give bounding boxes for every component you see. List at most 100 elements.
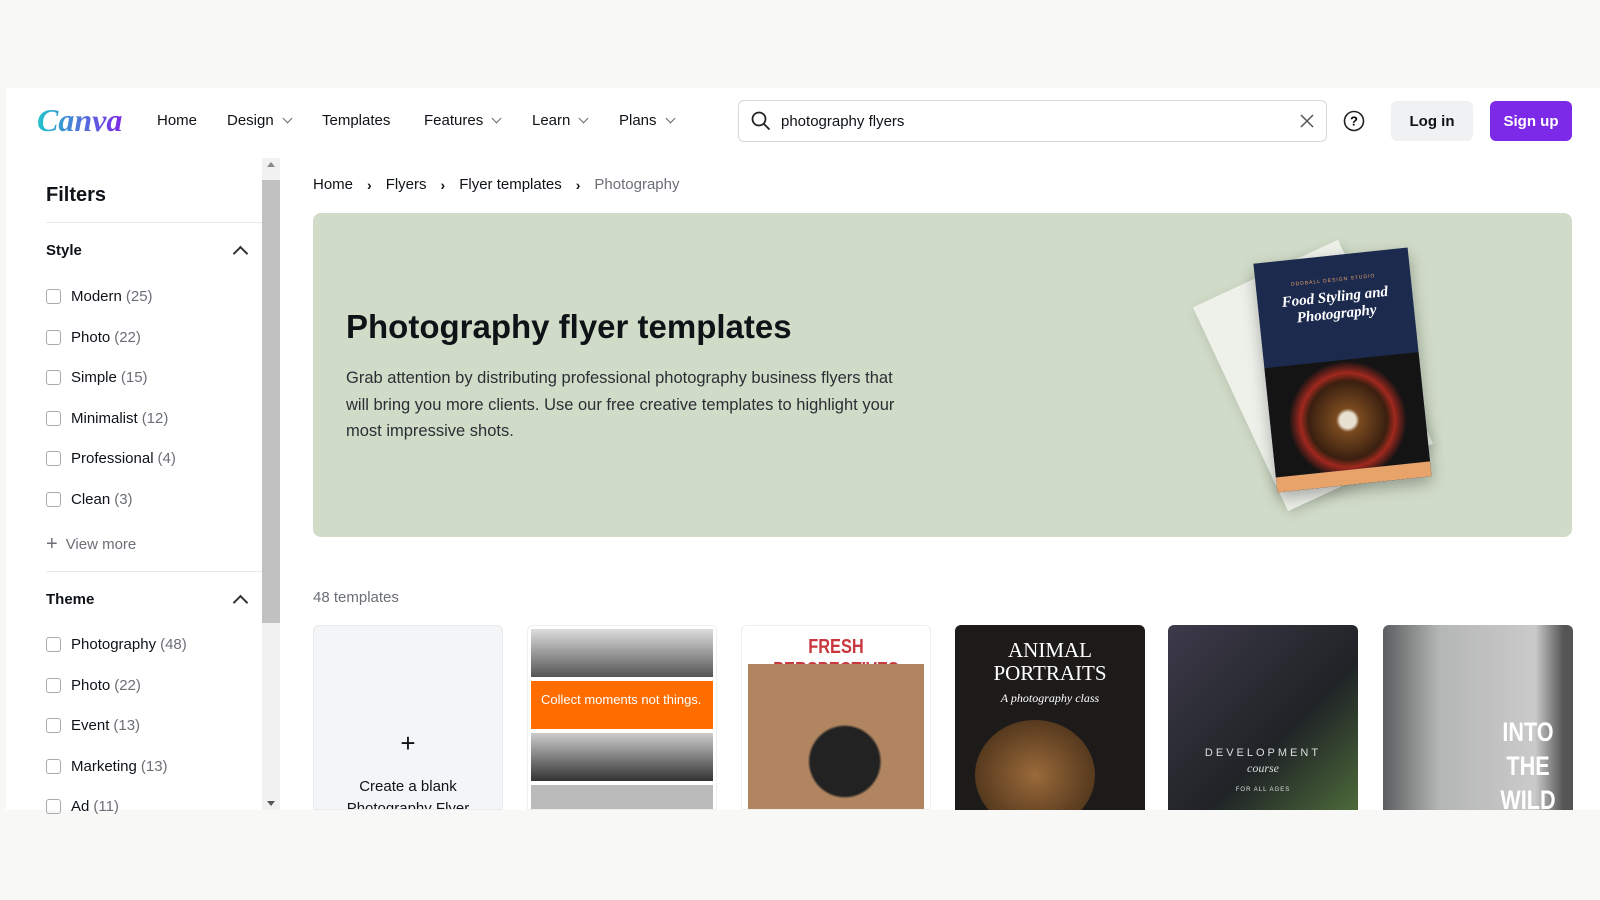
filter-style-checkbox[interactable]: Minimalist (12)	[46, 410, 168, 427]
template-text: course	[1247, 761, 1279, 775]
section-label: Style	[46, 242, 82, 259]
checkbox-icon[interactable]	[46, 718, 61, 733]
page-title: Photography flyer templates	[346, 308, 792, 345]
chevron-right-icon: ›	[440, 176, 446, 193]
chevron-right-icon: ›	[575, 176, 581, 193]
scroll-up-arrow[interactable]	[267, 162, 275, 167]
filter-style-checkbox[interactable]: Professional (4)	[46, 450, 176, 467]
nav-label: Design	[227, 112, 274, 129]
checkbox-icon[interactable]	[46, 451, 61, 466]
nav-label: Templates	[322, 112, 391, 129]
checkbox-icon[interactable]	[46, 329, 61, 345]
checkbox-icon[interactable]	[46, 637, 61, 652]
sidebar-scrollbar[interactable]	[262, 158, 280, 810]
filter-label: Clean	[71, 490, 111, 508]
template-card[interactable]: DEVELOPMENT course FOR ALL AGES	[1168, 625, 1358, 810]
filter-count: (12)	[141, 409, 169, 427]
filter-count: (4)	[157, 450, 176, 467]
template-text: Collect moments not things.	[531, 681, 713, 729]
chevron-down-icon	[578, 113, 589, 124]
canva-logo[interactable]: Canva	[37, 102, 122, 139]
scrollbar-thumb[interactable]	[262, 180, 280, 623]
chevron-right-icon: ›	[367, 176, 372, 193]
filter-count: (13)	[140, 757, 168, 775]
template-text: DEVELOPMENT	[1204, 747, 1322, 759]
style-section-toggle[interactable]: Style	[46, 242, 250, 262]
flyer-preview-image: ODDBALL DESIGN STUDIO Food Styling and P…	[1253, 247, 1432, 493]
nav-home[interactable]: Home	[157, 112, 197, 129]
filter-count: (22)	[114, 676, 141, 694]
nav-learn[interactable]: Learn	[532, 112, 589, 129]
nav-label: Home	[157, 112, 198, 129]
checkbox-icon[interactable]	[46, 289, 61, 304]
checkbox-icon[interactable]	[46, 677, 61, 693]
breadcrumb-home[interactable]: Home	[313, 176, 353, 193]
divider	[46, 571, 262, 572]
theme-section-toggle[interactable]: Theme	[46, 591, 250, 611]
template-count: 48 templates	[313, 589, 399, 606]
template-card[interactable]: ANIMAL PORTRAITS A photography class	[955, 625, 1145, 810]
template-text: A photography class	[1000, 691, 1100, 705]
filter-style-checkbox[interactable]: Modern (25)	[46, 288, 153, 305]
template-card[interactable]: INTO THE WILD	[1383, 625, 1573, 810]
filter-label: Modern	[71, 288, 122, 305]
chevron-up-icon	[232, 245, 249, 262]
filter-label: Ad	[71, 798, 90, 815]
filter-theme-checkbox[interactable]: Photography (48)	[46, 636, 187, 653]
template-card[interactable]: FRESH PERSPECTIVES	[741, 625, 931, 810]
filter-label: Simple	[71, 369, 117, 386]
breadcrumb-flyer-templates[interactable]: Flyer templates	[459, 176, 562, 193]
checkbox-icon[interactable]	[46, 799, 61, 814]
filter-style-checkbox[interactable]: Simple (15)	[46, 369, 148, 386]
filter-label: Marketing	[71, 757, 137, 775]
checkbox-icon[interactable]	[46, 491, 61, 507]
filter-count: (11)	[93, 798, 119, 815]
filter-count: (3)	[114, 490, 133, 508]
filter-count: (48)	[160, 636, 187, 653]
filter-theme-checkbox[interactable]: Photo (22)	[46, 677, 141, 694]
help-icon[interactable]: ?	[1343, 110, 1365, 132]
chevron-up-icon	[232, 594, 249, 611]
checkbox-icon[interactable]	[46, 370, 61, 385]
filter-label: Professional	[71, 450, 154, 467]
main-area: Filters Style Modern (25) Photo (22) Simple(…	[6, 158, 1600, 815]
template-text: FOR ALL AGES	[1235, 787, 1291, 793]
flyer-title: Food Styling and Photography	[1280, 283, 1389, 327]
filter-label: Photography	[71, 636, 157, 653]
scroll-down-arrow[interactable]	[267, 801, 275, 806]
svg-text:?: ?	[1350, 114, 1358, 129]
create-blank-card[interactable]: + Create a blank Photography Flyer	[313, 625, 503, 810]
hero-banner: Photography flyer templates Grab attenti…	[313, 213, 1572, 537]
filter-label: Minimalist	[71, 409, 138, 427]
clear-search-icon[interactable]	[1300, 114, 1314, 128]
search-bar	[738, 100, 1327, 142]
nav-design[interactable]: Design	[227, 112, 293, 129]
login-button[interactable]: Log in	[1391, 101, 1473, 141]
filter-label: Photo	[71, 328, 111, 346]
filter-style-checkbox[interactable]: Photo (22)	[46, 329, 141, 346]
filter-count: (13)	[113, 717, 141, 734]
nav-templates[interactable]: Templates	[322, 112, 390, 129]
filter-theme-checkbox[interactable]: Marketing (13)	[46, 758, 168, 775]
filter-label: Event	[71, 717, 110, 734]
view-more-label: View more	[65, 536, 137, 553]
chevron-down-icon	[282, 113, 293, 124]
filter-count: (15)	[120, 369, 148, 386]
filter-theme-checkbox[interactable]: Event (13)	[46, 717, 140, 734]
view-more-button[interactable]: + View more	[46, 533, 136, 556]
template-card[interactable]: Collect moments not things.	[527, 625, 717, 810]
section-label: Theme	[46, 591, 95, 608]
filters-title: Filters	[46, 184, 107, 206]
breadcrumb-flyers[interactable]: Flyers	[386, 176, 427, 193]
checkbox-icon[interactable]	[46, 410, 61, 426]
filter-style-checkbox[interactable]: Clean (3)	[46, 491, 133, 508]
plus-icon: +	[400, 728, 416, 758]
nav-plans[interactable]: Plans	[619, 112, 675, 129]
checkbox-icon[interactable]	[46, 758, 61, 774]
breadcrumb: Home › Flyers › Flyer templates › Photograp…	[313, 176, 680, 193]
filter-theme-checkbox[interactable]: Ad (11)	[46, 798, 119, 815]
nav-features[interactable]: Features	[424, 112, 502, 129]
filter-label: Photo	[71, 676, 111, 694]
search-input[interactable]	[781, 112, 1300, 130]
signup-button[interactable]: Sign up	[1490, 101, 1572, 141]
